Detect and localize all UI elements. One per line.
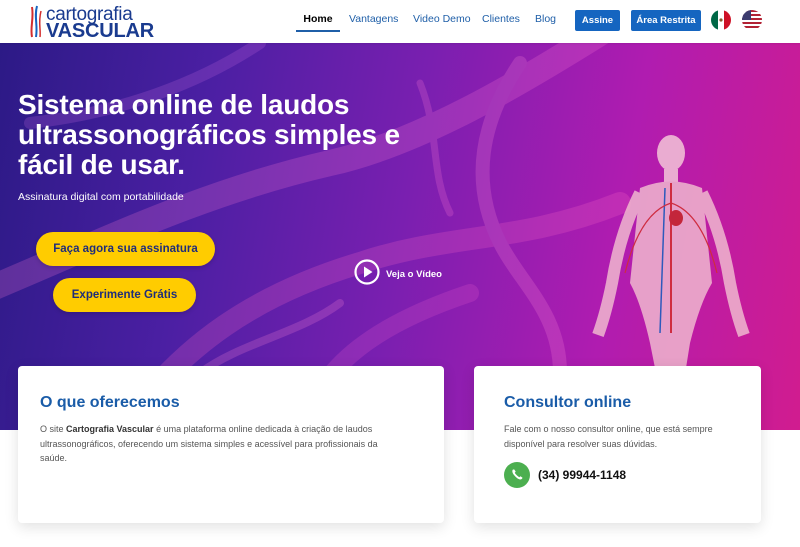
nav-home-underline — [296, 30, 340, 32]
mexico-flag-icon[interactable] — [711, 10, 731, 30]
nav-clientes[interactable]: Clientes — [482, 13, 520, 25]
whatsapp-phone-icon[interactable] — [504, 462, 530, 488]
vascular-logo-icon — [30, 5, 42, 38]
free-trial-button[interactable]: Experimente Grátis — [53, 278, 196, 312]
human-vascular-figure — [592, 135, 750, 368]
consultant-phone-number[interactable]: (34) 99944-1148 — [538, 468, 626, 482]
restricted-area-button[interactable]: Área Restrita — [631, 10, 701, 31]
watch-video-link[interactable]: Veja o Vídeo — [386, 269, 442, 280]
usa-flag-icon[interactable] — [742, 10, 762, 30]
offer-card-title: O que oferecemos — [40, 394, 180, 411]
nav-video-demo[interactable]: Video Demo — [413, 13, 471, 25]
offer-text-prefix: O site — [40, 424, 67, 434]
subscribe-now-button[interactable]: Faça agora sua assinatura — [36, 232, 215, 266]
hero-subtitle: Assinatura digital com portabilidade — [18, 191, 184, 203]
nav-home[interactable]: Home — [296, 13, 340, 25]
nav-blog[interactable]: Blog — [535, 13, 556, 25]
consultant-card-title: Consultor online — [504, 394, 632, 411]
logo-text-bottom: VASCULAR — [46, 20, 155, 42]
offer-text-brand: Cartografia Vascular — [66, 424, 154, 434]
offer-card-text: O site Cartografia Vascular é uma plataf… — [40, 422, 400, 466]
offer-card: O que oferecemos O site Cartografia Vasc… — [18, 366, 444, 523]
consultant-card: Consultor online Fale com o nosso consul… — [474, 366, 761, 523]
nav-vantagens[interactable]: Vantagens — [349, 13, 398, 25]
subscribe-button[interactable]: Assine — [575, 10, 620, 31]
hero-title: Sistema online de laudos ultrassonográfi… — [18, 89, 400, 180]
site-header: cartografia VASCULAR Home Vantagens Vide… — [0, 0, 800, 43]
site-logo[interactable]: cartografia VASCULAR — [28, 3, 154, 42]
consultant-card-text: Fale com o nosso consultor online, que e… — [504, 424, 713, 449]
play-icon[interactable] — [354, 259, 380, 285]
